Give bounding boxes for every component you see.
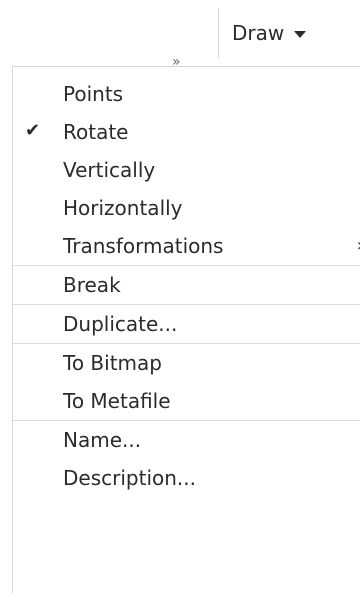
chevron-down-icon — [294, 30, 307, 38]
menu-item-label: Break — [63, 273, 121, 297]
menu-item-vertically[interactable]: Vertically — [13, 151, 360, 189]
menu-group-duplicate: Duplicate... — [13, 305, 360, 344]
menu-item-label: Description... — [63, 466, 196, 490]
menu-item-break[interactable]: Break — [13, 266, 360, 304]
menu-group-naming: Name... Description... — [13, 421, 360, 497]
menu-item-description[interactable]: Description... — [13, 459, 360, 497]
menu-item-label: Transformations — [63, 234, 224, 258]
context-menu: Points ✔ Rotate Vertically Horizontally … — [12, 66, 360, 593]
menu-item-to-bitmap[interactable]: To Bitmap — [13, 344, 360, 382]
menu-group-transform: Points ✔ Rotate Vertically Horizontally … — [13, 75, 360, 266]
screen: » Draw Points ✔ Rotate Vertically Horizo… — [0, 0, 360, 593]
menu-group-convert: To Bitmap To Metafile — [13, 344, 360, 421]
menu-item-points[interactable]: Points — [13, 75, 360, 113]
draw-dropdown-label: Draw — [232, 21, 285, 45]
checkmark-icon: ✔ — [25, 120, 41, 141]
menu-item-label: Vertically — [63, 158, 156, 182]
draw-dropdown-button[interactable]: Draw — [232, 18, 307, 48]
menu-item-label: Duplicate... — [63, 312, 178, 336]
menu-item-transformations[interactable]: Transformations › — [13, 227, 360, 265]
menu-item-label: To Bitmap — [63, 351, 162, 375]
menu-group-break: Break — [13, 266, 360, 305]
menu-item-label: Rotate — [63, 120, 129, 144]
menu-item-rotate[interactable]: ✔ Rotate — [13, 113, 360, 151]
toolbar-separator — [218, 8, 219, 58]
menu-item-horizontally[interactable]: Horizontally — [13, 189, 360, 227]
menu-item-label: Horizontally — [63, 196, 183, 220]
menu-item-duplicate[interactable]: Duplicate... — [13, 305, 360, 343]
menu-item-label: To Metafile — [63, 389, 171, 413]
menu-item-to-metafile[interactable]: To Metafile — [13, 382, 360, 420]
menu-item-label: Name... — [63, 428, 142, 452]
toolbar: » Draw — [0, 0, 360, 69]
menu-item-label: Points — [63, 82, 124, 106]
menu-item-name[interactable]: Name... — [13, 421, 360, 459]
